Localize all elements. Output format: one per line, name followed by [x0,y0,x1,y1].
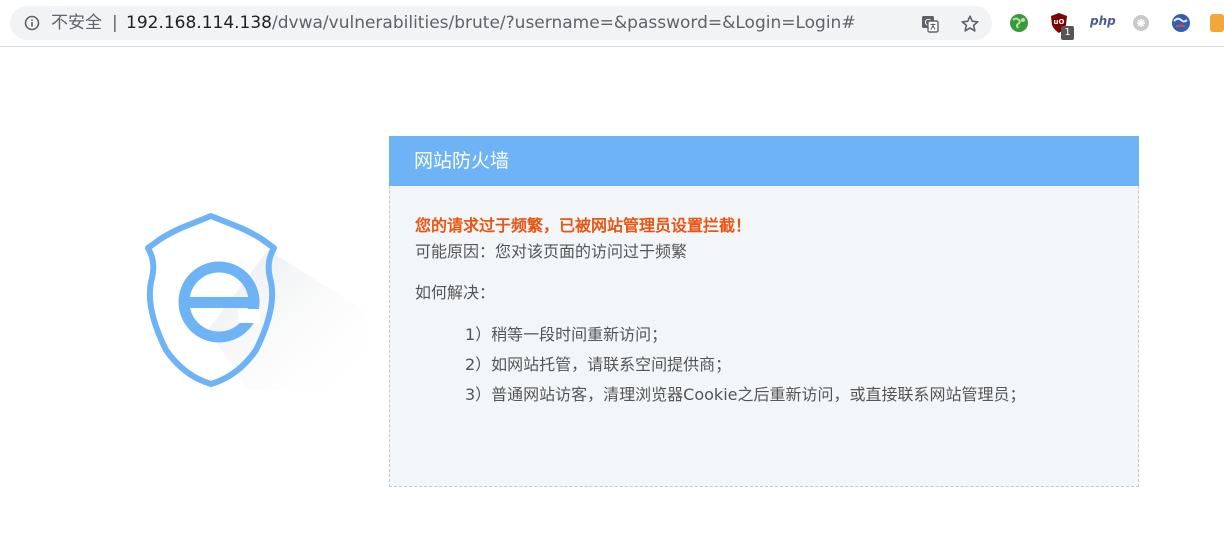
solution-step: 2）如网站托管，请联系空间提供商； [465,355,732,374]
translate-icon[interactable]: G [920,14,940,34]
omnibox-separator: | [112,13,118,33]
address-bar[interactable]: 不安全 | 192.168.114.138/dvwa/vulnerabiliti… [10,6,992,40]
info-icon[interactable] [24,15,40,31]
svg-text:uO: uO [1054,18,1065,26]
block-alert-message: 您的请求过于频繁，已被网站管理员设置拦截！ [415,216,752,235]
solution-step: 3）普通网站访客，清理浏览器Cookie之后重新访问，或直接联系网站管理员； [465,385,1026,404]
solution-steps-list: 1）稍等一段时间重新访问； 2）如网站托管，请联系空间提供商； 3）普通网站访客… [465,320,1026,410]
puzzle-extension-icon[interactable] [1130,12,1152,34]
url-path: /dvwa/vulnerabilities/brute/?username=&p… [272,13,856,33]
php-extension-icon[interactable]: php [1090,14,1116,28]
shield-e-logo-icon [145,213,363,390]
world-extension-icon[interactable] [1170,12,1192,34]
block-reason-text: 可能原因：您对该页面的访问过于频繁 [415,242,688,261]
globe-extension-icon[interactable] [1008,12,1030,34]
firewall-panel-header: 网站防火墙 [389,136,1139,186]
solution-heading: 如何解决： [415,283,496,302]
browser-toolbar: 不安全 | 192.168.114.138/dvwa/vulnerabiliti… [0,0,1224,47]
ublock-badge: 1 [1061,26,1074,40]
solution-step: 1）稍等一段时间重新访问； [465,325,668,344]
firewall-panel [389,136,1139,487]
partial-extension-icon[interactable] [1210,12,1224,34]
url-text[interactable]: 192.168.114.138/dvwa/vulnerabilities/bru… [126,12,856,34]
security-status-label[interactable]: 不安全 [51,12,102,34]
url-host: 192.168.114.138 [126,13,273,33]
bookmark-star-icon[interactable] [960,14,980,34]
